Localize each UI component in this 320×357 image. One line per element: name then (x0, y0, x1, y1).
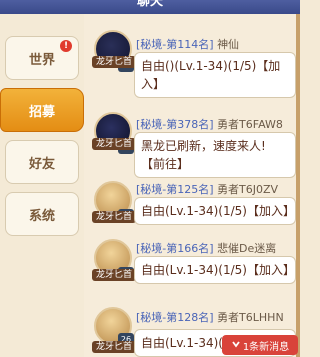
nameplate: 龙牙匕首 (92, 56, 136, 68)
sender-name[interactable]: 勇者T6J0ZV (217, 183, 278, 196)
message-bubble[interactable]: 自由(Lv.1-34)(1/5)【加入】 (134, 197, 296, 225)
rank-tag: [秘境-第125名] (136, 183, 214, 196)
sender-info: [秘境-第125名] 勇者T6J0ZV (136, 181, 278, 197)
chat-list[interactable]: 28 龙牙匕首 [秘境-第114名] 神仙 自由()(Lv.1-34)(1/5)… (84, 14, 296, 357)
new-messages-button[interactable]: 1条新消息 (222, 335, 298, 355)
message-bubble[interactable]: 自由(Lv.1-34)(1/5)【加入】 (134, 256, 296, 284)
sender-info: [秘境-第128名] 勇者T6LHHN (136, 309, 284, 325)
tab-recruit-label: 招募 (28, 104, 55, 120)
nameplate: 龙牙匕首 (92, 269, 136, 281)
tab-friends[interactable]: 好友 (5, 140, 79, 184)
nameplate: 龙牙匕首 (92, 138, 136, 150)
tab-system-label: 系统 (28, 208, 55, 224)
tab-recruit[interactable]: 招募 (0, 88, 84, 132)
page-title: 聊天 (136, 0, 163, 9)
nameplate: 龙牙匕首 (92, 341, 136, 353)
message-bubble[interactable]: 黑龙已刷新，速度来人!【前往】 (134, 132, 296, 178)
down-arrow-icon (231, 339, 241, 352)
tab-system[interactable]: 系统 (5, 192, 79, 236)
sender-info: [秘境-第378名] 勇者T6FAW8 (136, 116, 283, 132)
tab-world[interactable]: 世界 ! (5, 36, 79, 80)
nameplate: 龙牙匕首 (92, 211, 136, 223)
rank-tag: [秘境-第114名] (136, 38, 214, 51)
sender-name[interactable]: 悲催De迷离 (217, 242, 276, 255)
sender-info: [秘境-第114名] 神仙 (136, 36, 239, 52)
sender-name[interactable]: 神仙 (217, 38, 239, 51)
sender-name[interactable]: 勇者T6FAW8 (217, 118, 283, 131)
message-bubble[interactable]: 自由()(Lv.1-34)(1/5)【加入】 (134, 52, 296, 98)
tab-friends-label: 好友 (28, 156, 55, 172)
rank-tag: [秘境-第378名] (136, 118, 214, 131)
alert-badge-icon: ! (60, 40, 72, 52)
new-messages-label: 1条新消息 (242, 341, 290, 353)
chat-header: 聊天 (0, 0, 300, 14)
sender-info: [秘境-第166名] 悲催De迷离 (136, 240, 276, 256)
rank-tag: [秘境-第166名] (136, 242, 214, 255)
sender-name[interactable]: 勇者T6LHHN (217, 311, 284, 324)
channel-sidebar: 世界 ! 招募 好友 系统 (0, 14, 84, 357)
scrollbar[interactable] (296, 14, 300, 357)
tab-world-label: 世界 (28, 52, 55, 68)
rank-tag: [秘境-第128名] (136, 311, 214, 324)
